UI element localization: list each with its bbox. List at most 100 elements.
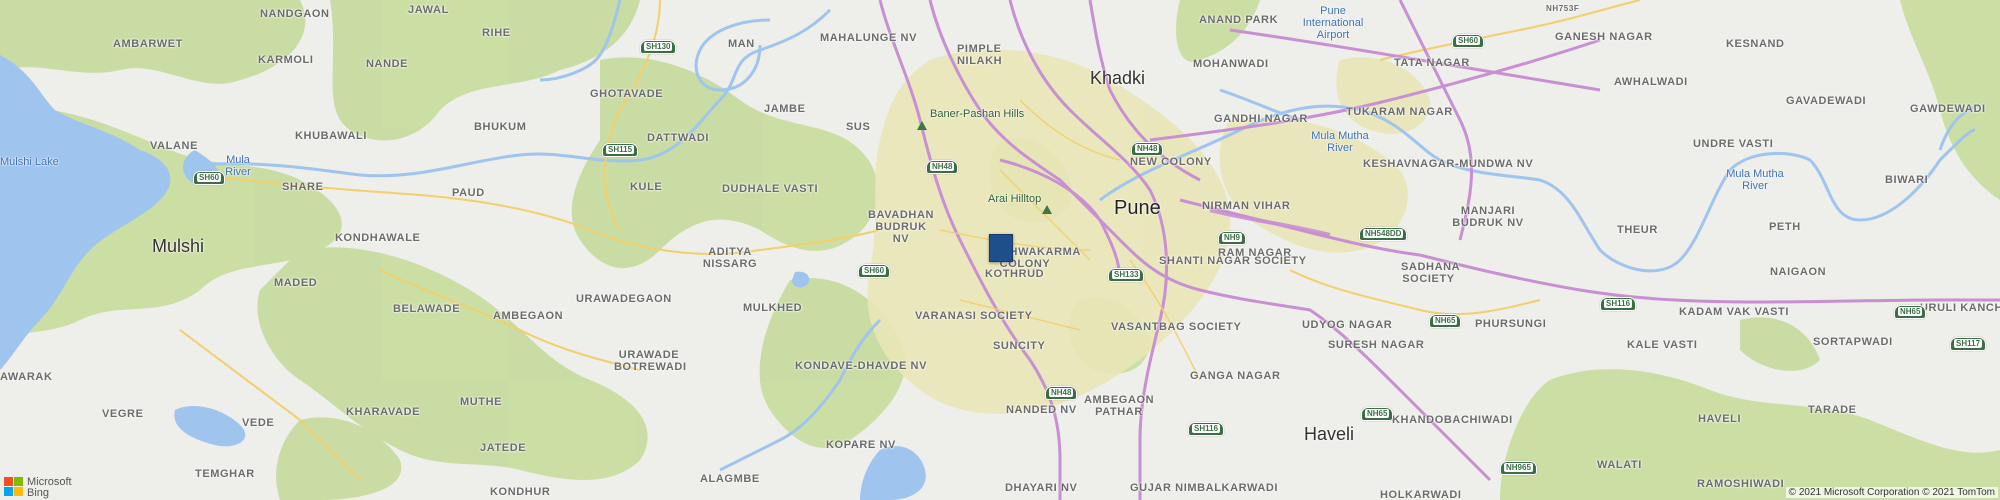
place-label: NEW COLONY [1130,156,1212,168]
place-label: VALANE [150,140,199,152]
road-shield: SH116 [1600,297,1637,311]
place-label: BHUKUM [474,121,527,133]
road-shield: SH60 [193,171,226,185]
place-label: SHANTI NAGAR SOCIETY [1159,255,1307,267]
place-label: NANDED NV [1006,404,1077,416]
place-label: DATTWADI [647,132,710,144]
city-label: Pune [1114,197,1161,219]
road-shield: NH48 [1045,386,1078,400]
place-label: KHUBAWALI [295,130,368,142]
place-label: JAMBE [764,103,806,115]
road-shield: SH117 [1950,337,1987,351]
place-label: NIRMAN VIHAR [1202,200,1291,212]
road-label: NH753F [1546,4,1580,13]
place-label: VASANTBAG SOCIETY [1111,321,1242,333]
place-label: THEUR [1617,224,1658,236]
place-label: KONDAVE-DHAVDE NV [795,360,928,372]
place-label: MANJARI BUDRUK NV [1452,205,1524,229]
road-shield: NH548DD [1359,227,1408,241]
place-label: PHURSUNGI [1475,318,1547,330]
place-label: HAVELI [1698,413,1742,425]
place-label: ALAGMBE [700,473,760,485]
city-label: Mulshi [152,236,205,256]
lake-label: Mulshi Lake [0,156,59,168]
place-label: TUKARAM NAGAR [1346,106,1453,118]
place-label: KOTHRUD [985,268,1045,280]
microsoft-logo-icon [4,477,23,496]
place-label: PIMPLE [957,43,1002,55]
place-label: MAHALUNGE NV [820,32,918,44]
place-label: TEMGHAR [195,468,255,480]
place-label: NAIGAON [1770,266,1827,278]
place-label: SUS [846,121,871,133]
copyright-notice: © 2021 Microsoft Corporation © 2021 TomT… [1785,487,1998,498]
place-label: KHANDOBACHIWADI [1392,414,1513,426]
place-label: BELAWADE [393,303,461,315]
place-label: KHARAVADE [346,406,421,418]
place-label: VEDE [242,417,275,429]
place-label: AWHALWADI [1614,76,1688,88]
place-label: PAUD [452,187,485,199]
place-label: HOLKARWADI [1380,489,1462,500]
place-label: MUTHE [460,396,503,408]
place-label: KONDHUR [490,486,551,498]
place-label: GAVADEWADI [1786,95,1867,107]
place-label: BAVADHAN BUDRUK NV [867,209,935,245]
place-label: TATA NAGAR [1394,57,1470,69]
place-label: UNDRE VASTI [1693,138,1774,150]
place-label: VEGRE [102,408,144,420]
place-label: NANDE [366,58,409,70]
place-label: SHARE [282,181,324,193]
place-label: KARMOLI [258,54,314,66]
place-label: GANGA NAGAR [1190,370,1281,382]
place-label: AMBEGAON PATHAR [1084,394,1155,418]
road-shield: NH48 [926,160,959,174]
road-shield: SH130 [640,40,677,54]
place-label: AMBEGAON [493,310,564,322]
road-shield: NH9 [1218,231,1247,245]
place-label: SURESH NAGAR [1328,339,1425,351]
place-label: URAWADEGAON [576,293,672,305]
peak-marker-icon [1042,205,1052,214]
place-label: KOPARE NV [826,439,896,451]
place-label: KONDHAWALE [335,232,421,244]
place-label: GHOTAVADE [590,88,664,100]
road-shield: SH133 [1108,268,1145,282]
place-label: GANESH NAGAR [1555,31,1653,43]
place-label: VARANASI SOCIETY [915,310,1033,322]
peak-marker-icon [917,121,927,130]
place-label: GANDHI NAGAR [1214,113,1308,125]
place-label: SUNCITY [993,340,1046,352]
place-label: DHAYARI NV [1005,482,1078,494]
place-label: GAWDEWADI [1910,103,1986,115]
place-label: KESNAND [1726,38,1785,50]
bing-logo: Microsoft Bing [4,477,72,499]
road-shield: NH65 [1361,407,1394,421]
place-label: MULKHED [743,302,803,314]
place-label: UDYOG NAGAR [1302,319,1393,331]
place-label: WALATI [1597,459,1642,471]
place-label: URULI KANCH [1920,302,2000,314]
place-label: PETH [1769,221,1801,233]
road-shield: NH65 [1894,305,1927,319]
place-label: KADAM VAK VASTI [1679,306,1790,318]
place-label: MAN [728,38,755,50]
place-label: MOHANWADI [1193,58,1269,70]
place-label: SORTAPWADI [1813,336,1893,348]
place-label: KALE VASTI [1627,339,1698,351]
place-label: JATEDE [480,442,527,454]
city-label: Haveli [1304,424,1355,444]
poi-label: Baner-Pashan Hills [930,108,1025,120]
road-shield: NH48 [1131,142,1164,156]
place-label: GUJAR NIMBALKARWADI [1130,482,1279,494]
road-shield: SH60 [1452,34,1485,48]
place-label: KULE [630,181,663,193]
place-label: AMBARWET [113,38,183,50]
place-label: KESHAVNAGAR-MUNDWA NV [1363,158,1534,170]
map-canvas[interactable]: NANDGAON JAWAL RIHE MAHALUNGE NV PIMPLE … [0,0,2000,500]
location-pin-icon[interactable] [989,234,1013,262]
logo-text: Microsoft Bing [27,476,72,499]
airport-label: Pune International Airport [1302,5,1364,41]
place-label: RIHE [482,27,511,39]
poi-label: Arai Hilltop [988,193,1042,205]
